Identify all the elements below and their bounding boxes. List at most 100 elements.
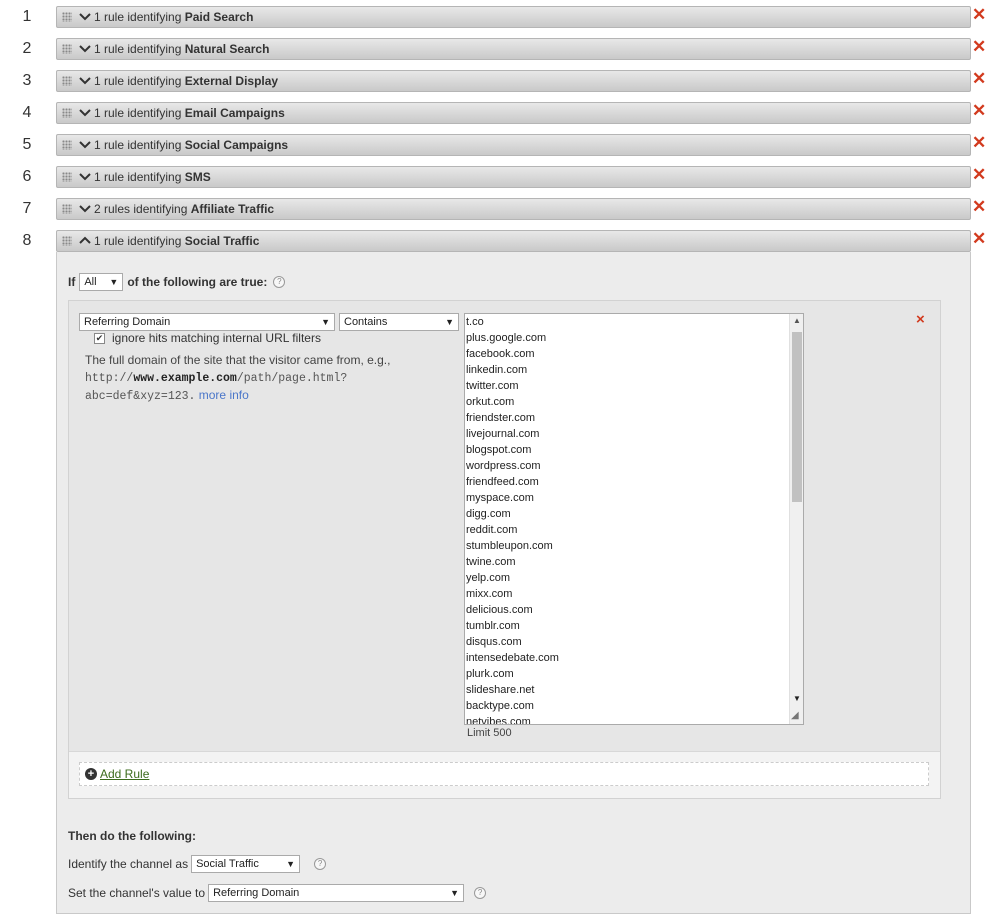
operator-select-value: Contains (344, 316, 388, 328)
example-path: /path/page.html? (236, 372, 348, 385)
scroll-down-icon[interactable]: ▼ (793, 694, 801, 703)
rule-header-bar[interactable]: 1 rule identifying Natural Search (56, 38, 971, 60)
drag-handle-icon[interactable] (62, 204, 72, 214)
scrollbar-thumb[interactable] (792, 332, 802, 502)
ignore-internal-checkbox[interactable]: ✔ (94, 333, 105, 344)
delete-rule-icon[interactable]: ✕ (972, 70, 985, 90)
chevron-down-icon[interactable] (78, 42, 92, 56)
delete-rule-icon[interactable]: ✕ (972, 6, 985, 26)
channel-select[interactable]: Social Traffic ▼ (191, 855, 301, 873)
drag-handle-icon[interactable] (62, 140, 72, 150)
chevron-down-icon[interactable] (78, 74, 92, 88)
chevron-down-icon[interactable] (78, 138, 92, 152)
rule-header-bar[interactable]: 2 rules identifying Affiliate Traffic (56, 198, 971, 220)
then-title: Then do the following: (68, 829, 196, 843)
remove-rule-icon[interactable]: × (916, 311, 925, 328)
resize-handle-icon[interactable]: ◢ (791, 710, 799, 721)
if-label: If (68, 275, 76, 289)
value-line: facebook.com (466, 348, 535, 360)
rule-number: 1 (22, 8, 32, 25)
rule-number: 2 (22, 40, 32, 57)
drag-handle-icon[interactable] (62, 108, 72, 118)
rule-summary-prefix: 1 rule identifying (94, 234, 182, 248)
rule-number: 3 (22, 72, 32, 89)
rule-number: 5 (22, 136, 32, 153)
channel-value-select[interactable]: Referring Domain ▼ (208, 884, 465, 902)
delete-rule-icon[interactable]: ✕ (972, 102, 985, 122)
value-line: friendfeed.com (466, 476, 539, 488)
identify-channel-line: Identify the channel as Social Traffic ▼ … (68, 855, 327, 873)
help-icon[interactable]: ? (474, 887, 487, 899)
chevron-down-icon[interactable] (78, 10, 92, 24)
limit-label: Limit 500 (467, 727, 512, 739)
drag-handle-icon[interactable] (62, 172, 72, 182)
delete-rule-icon[interactable]: ✕ (972, 230, 985, 250)
rule-channel-name: Social Traffic (184, 234, 260, 248)
example-domain: www.example.com (133, 372, 237, 385)
rule-summary-prefix: 1 rule identifying (94, 74, 182, 88)
drag-handle-icon[interactable] (62, 236, 72, 246)
rule-row: 2 1 rule identifying Natural Search ✕ (0, 38, 985, 62)
help-icon[interactable]: ? (273, 276, 286, 288)
values-list: t.co plus.google.com facebook.com linkedin.… (465, 314, 789, 725)
rule-header-bar[interactable]: 1 rule identifying Paid Search (56, 6, 971, 28)
rule-number: 4 (22, 104, 32, 121)
drag-handle-icon[interactable] (62, 44, 72, 54)
values-textarea[interactable]: t.co plus.google.com facebook.com linkedin.… (464, 313, 804, 725)
value-line: tumblr.com (466, 620, 520, 632)
rule-row: 81 rule identifying Social Traffic ✕ (0, 230, 985, 254)
add-rule-area: + Add Rule (69, 751, 940, 798)
chevron-down-icon[interactable] (78, 202, 92, 216)
chevron-down-icon[interactable] (78, 106, 92, 120)
value-label: Set the channel's value to (68, 886, 206, 900)
more-info-link[interactable]: more info (199, 388, 249, 402)
plus-circle-icon[interactable]: + (85, 768, 97, 780)
value-line: friendster.com (466, 412, 536, 424)
rule-header-bar[interactable]: 1 rule identifying SMS (56, 166, 971, 188)
chevron-down-icon: ▼ (321, 317, 330, 327)
identify-label: Identify the channel as (68, 857, 189, 871)
scroll-up-icon[interactable]: ▲ (793, 316, 801, 325)
delete-rule-icon[interactable]: ✕ (972, 134, 985, 154)
value-line: linkedin.com (466, 364, 528, 376)
drag-handle-icon[interactable] (62, 76, 72, 86)
rule-summary-prefix: 1 rule identifying (94, 42, 182, 56)
field-select[interactable]: Referring Domain ▼ (79, 313, 335, 331)
rule-number: 8 (22, 232, 32, 249)
rule-summary-prefix: 1 rule identifying (94, 106, 182, 120)
value-line: twine.com (466, 556, 516, 568)
rule-channel-name: Social Campaigns (184, 138, 289, 152)
rule-summary-prefix: 1 rule identifying (94, 10, 182, 24)
rule-header-bar[interactable]: 1 rule identifying Social Campaigns (56, 134, 971, 156)
rule-header-bar[interactable]: 1 rule identifying External Display (56, 70, 971, 92)
value-line: backtype.com (466, 700, 534, 712)
rule-number: 7 (22, 200, 32, 217)
delete-rule-icon[interactable]: ✕ (972, 166, 985, 186)
example-prefix: http:// (85, 372, 134, 385)
rule-channel-name: Paid Search (184, 10, 254, 24)
example-query: abc=def&xyz=123. (85, 390, 196, 403)
drag-handle-icon[interactable] (62, 12, 72, 22)
help-icon[interactable]: ? (314, 858, 327, 870)
ignore-internal-label: ignore hits matching internal URL filter… (112, 331, 321, 345)
chevron-down-icon: ▼ (450, 888, 460, 898)
value-line: wordpress.com (466, 460, 541, 472)
rule-detail-panel: If All ▼ of the following are true: ? Ref… (56, 252, 971, 914)
delete-rule-icon[interactable]: ✕ (972, 198, 985, 218)
chevron-down-icon[interactable] (78, 170, 92, 184)
rule-row: 4 1 rule identifying Email Campaigns ✕ (0, 102, 985, 126)
values-scrollbar[interactable]: ▲ ▼ ◢ (789, 314, 803, 724)
value-line: plurk.com (466, 668, 514, 680)
rule-header-bar[interactable]: 1 rule identifying Social Traffic (56, 230, 971, 252)
value-line: netvibes.com (466, 716, 531, 725)
value-line: intensedebate.com (466, 652, 559, 664)
chevron-up-icon[interactable] (78, 234, 92, 248)
operator-select[interactable]: Contains ▼ (339, 313, 459, 331)
value-line: blogspot.com (466, 444, 532, 456)
value-line: disqus.com (466, 636, 522, 648)
value-line: myspace.com (466, 492, 534, 504)
add-rule-link[interactable]: Add Rule (100, 767, 149, 781)
rule-header-bar[interactable]: 1 rule identifying Email Campaigns (56, 102, 971, 124)
match-select[interactable]: All ▼ (79, 273, 124, 291)
delete-rule-icon[interactable]: ✕ (972, 38, 985, 58)
